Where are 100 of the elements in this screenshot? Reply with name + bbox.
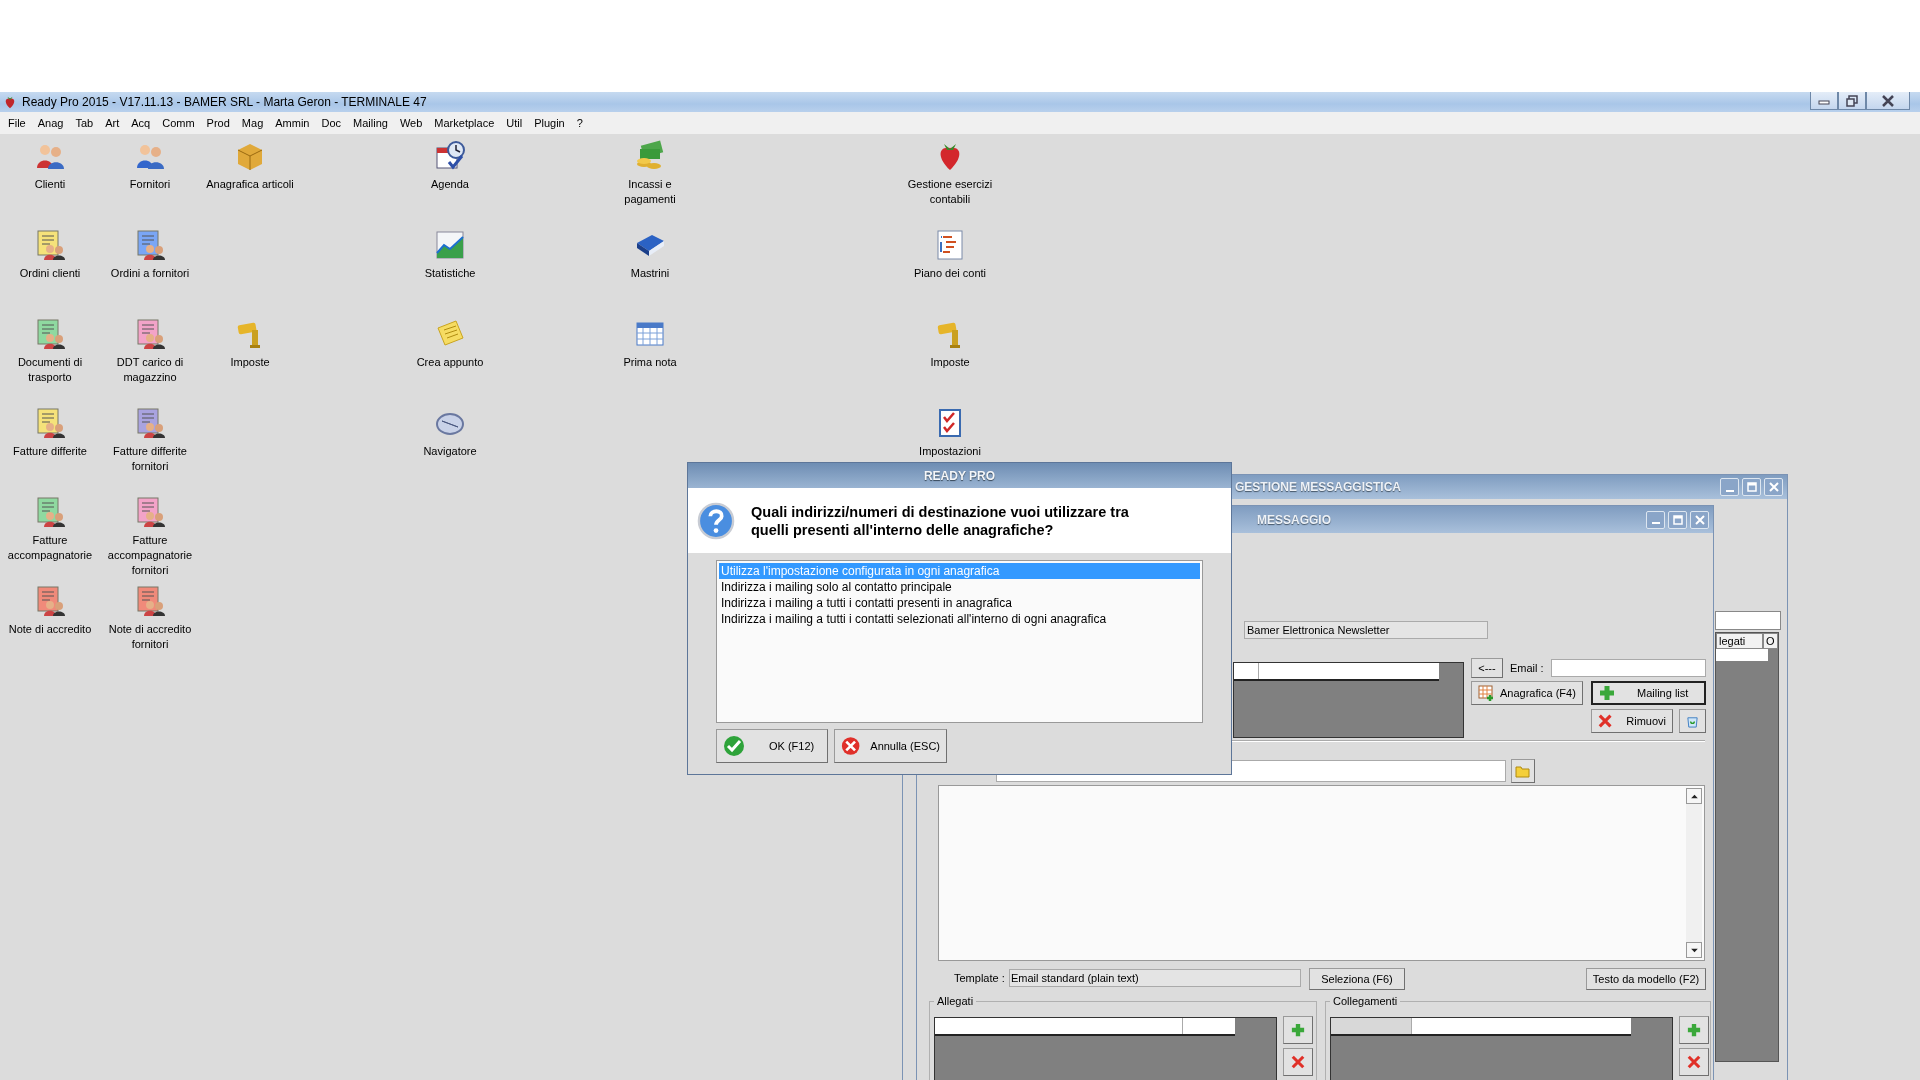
- desktop-shortcut[interactable]: Imposte: [901, 318, 999, 407]
- desktop-shortcut[interactable]: Ordini a fornitori: [101, 229, 199, 318]
- back-button[interactable]: <---: [1471, 658, 1503, 678]
- message-body-field[interactable]: [938, 785, 1705, 961]
- arrow-down-icon: [1690, 947, 1698, 953]
- document-people-icon: [34, 585, 66, 617]
- template-text-button[interactable]: Testo da modello (F2): [1586, 968, 1706, 990]
- question-text: Quali indirizzi/numeri di destinazione vuoi utilizzare tra quelli presenti all'interno delle anagrafiche?: [751, 502, 1129, 539]
- question-icon: [697, 501, 735, 540]
- desktop-shortcut[interactable]: Fatture differite: [1, 407, 99, 496]
- cancel-icon: [841, 735, 861, 757]
- list-option[interactable]: Indirizza i mailing a tutti i contatti presenti in anagrafica: [719, 595, 1200, 611]
- scrollbar[interactable]: [1686, 788, 1702, 958]
- menu-item[interactable]: Web: [393, 115, 429, 131]
- shortcut-label: Clienti: [33, 177, 67, 192]
- list-option[interactable]: Indirizza i mailing a tutti i contatti selezionati all'interno di ogni anagrafica: [719, 611, 1200, 627]
- desktop-shortcut[interactable]: Navigatore: [401, 407, 499, 496]
- desktop-shortcut[interactable]: Anagrafica articoli: [201, 140, 299, 229]
- desktop-shortcut[interactable]: Ordini clienti: [1, 229, 99, 318]
- list-option[interactable]: Indirizza i mailing solo al contatto principale: [719, 579, 1200, 595]
- recycle-button[interactable]: [1679, 709, 1706, 733]
- menu-item[interactable]: Mag: [235, 115, 270, 131]
- shortcut-label: Gestione esercizi contabili: [906, 177, 994, 207]
- menu-item[interactable]: Mailing: [347, 115, 394, 131]
- registry-button[interactable]: Anagrafica (F4): [1471, 681, 1583, 705]
- template-label: Template :: [954, 972, 1005, 984]
- menu-item[interactable]: Comm: [156, 115, 201, 131]
- menu-item[interactable]: Acq: [125, 115, 157, 131]
- desktop-shortcut[interactable]: Mastrini: [601, 229, 699, 318]
- menu-item[interactable]: Util: [500, 115, 529, 131]
- mailing-list-field[interactable]: Bamer Elettronica Newsletter: [1244, 621, 1488, 639]
- add-button[interactable]: [1679, 1016, 1709, 1044]
- delete-icon: [1598, 713, 1613, 729]
- shortcut-label: Fatture differite fornitori: [112, 444, 188, 474]
- desktop-shortcut[interactable]: Fatture accompagnatorie fornitori: [101, 496, 199, 585]
- desktop-shortcut[interactable]: Fornitori: [101, 140, 199, 229]
- menu-item[interactable]: Tab: [69, 115, 100, 131]
- remove-button[interactable]: Rimuovi: [1591, 709, 1673, 733]
- shortcut-label: Piano dei conti: [912, 266, 988, 281]
- desktop-shortcut[interactable]: Crea appunto: [401, 318, 499, 407]
- menu-item[interactable]: Prod: [200, 115, 236, 131]
- email-field[interactable]: [1551, 659, 1706, 677]
- cancel-button[interactable]: Annulla (ESC): [834, 729, 947, 763]
- plus-icon: [1291, 1023, 1305, 1037]
- window-title: Ready Pro 2015 - V17.11.13 - BAMER SRL - Marta Geron - TERMINALE 47: [22, 95, 427, 109]
- dialog-title: READY PRO: [923, 468, 996, 483]
- menu-item[interactable]: Anag: [31, 115, 70, 131]
- desktop-shortcut[interactable]: Prima nota: [601, 318, 699, 407]
- desktop-shortcut[interactable]: Agenda: [401, 140, 499, 229]
- menu-item[interactable]: Doc: [315, 115, 348, 131]
- strawberry-icon: [3, 95, 17, 109]
- mailing-list-button[interactable]: Mailing list: [1591, 681, 1706, 705]
- group-title: Collegamenti: [1332, 995, 1399, 1007]
- maximize-icon: [1672, 514, 1683, 525]
- menu-item[interactable]: Marketplace: [428, 115, 501, 131]
- menu-item[interactable]: ?: [570, 115, 589, 131]
- desktop-shortcut[interactable]: Documenti di trasporto: [1, 318, 99, 407]
- restore-button[interactable]: [1838, 92, 1866, 110]
- ok-button[interactable]: OK (F12): [716, 729, 828, 763]
- menu-item[interactable]: Plugin: [528, 115, 571, 131]
- grid-row: [1716, 649, 1768, 661]
- minimize-button[interactable]: [1810, 92, 1838, 110]
- add-button[interactable]: [1283, 1016, 1313, 1044]
- minimize-icon: [1725, 489, 1734, 492]
- desktop-shortcut[interactable]: Clienti: [1, 140, 99, 229]
- shortcut-label: Impostazioni: [918, 444, 982, 459]
- desktop-shortcut[interactable]: Note di accredito fornitori: [101, 585, 199, 674]
- maximize-button[interactable]: [1742, 478, 1761, 496]
- shortcut-label: Note di accredito: [7, 622, 93, 637]
- email-label: Email :: [1510, 662, 1544, 674]
- template-field[interactable]: Email standard (plain text): [1009, 969, 1301, 987]
- desktop-shortcut[interactable]: Imposte: [201, 318, 299, 407]
- desktop-shortcut[interactable]: Fatture differite fornitori: [101, 407, 199, 496]
- desktop-shortcut[interactable]: Note di accredito: [1, 585, 99, 674]
- shortcut-label: Note di accredito fornitori: [107, 622, 193, 652]
- delete-button[interactable]: [1283, 1048, 1313, 1076]
- menu-item[interactable]: Ammin: [269, 115, 316, 131]
- maximize-button[interactable]: [1668, 510, 1687, 529]
- document-people-icon: [134, 318, 166, 350]
- maximize-icon: [1746, 482, 1757, 492]
- check-icon: [723, 735, 745, 757]
- shortcut-label: Statistiche: [423, 266, 477, 281]
- folder-button[interactable]: [1511, 759, 1535, 783]
- shortcut-label: Ordini a fornitori: [109, 266, 191, 281]
- menu-item[interactable]: Art: [99, 115, 126, 131]
- list-icon: [934, 229, 966, 261]
- select-button[interactable]: Seleziona (F6): [1309, 968, 1405, 990]
- desktop-shortcut[interactable]: Fatture accompagnatorie: [1, 496, 99, 585]
- document-people-icon: [34, 496, 66, 528]
- text-field[interactable]: [1715, 611, 1781, 630]
- desktop-shortcut[interactable]: DDT carico di magazzino: [101, 318, 199, 407]
- delete-button[interactable]: [1679, 1048, 1709, 1076]
- close-button[interactable]: [1866, 92, 1910, 110]
- menu-item[interactable]: File: [2, 115, 32, 131]
- restore-icon: [1845, 94, 1859, 107]
- desktop-shortcut[interactable]: Gestione esercizi contabili: [901, 140, 999, 229]
- calendar-icon: [434, 140, 466, 172]
- desktop-shortcut[interactable]: Piano dei conti: [901, 229, 999, 318]
- desktop-shortcut[interactable]: Incassi e pagamenti: [601, 140, 699, 229]
- desktop-shortcut[interactable]: Statistiche: [401, 229, 499, 318]
